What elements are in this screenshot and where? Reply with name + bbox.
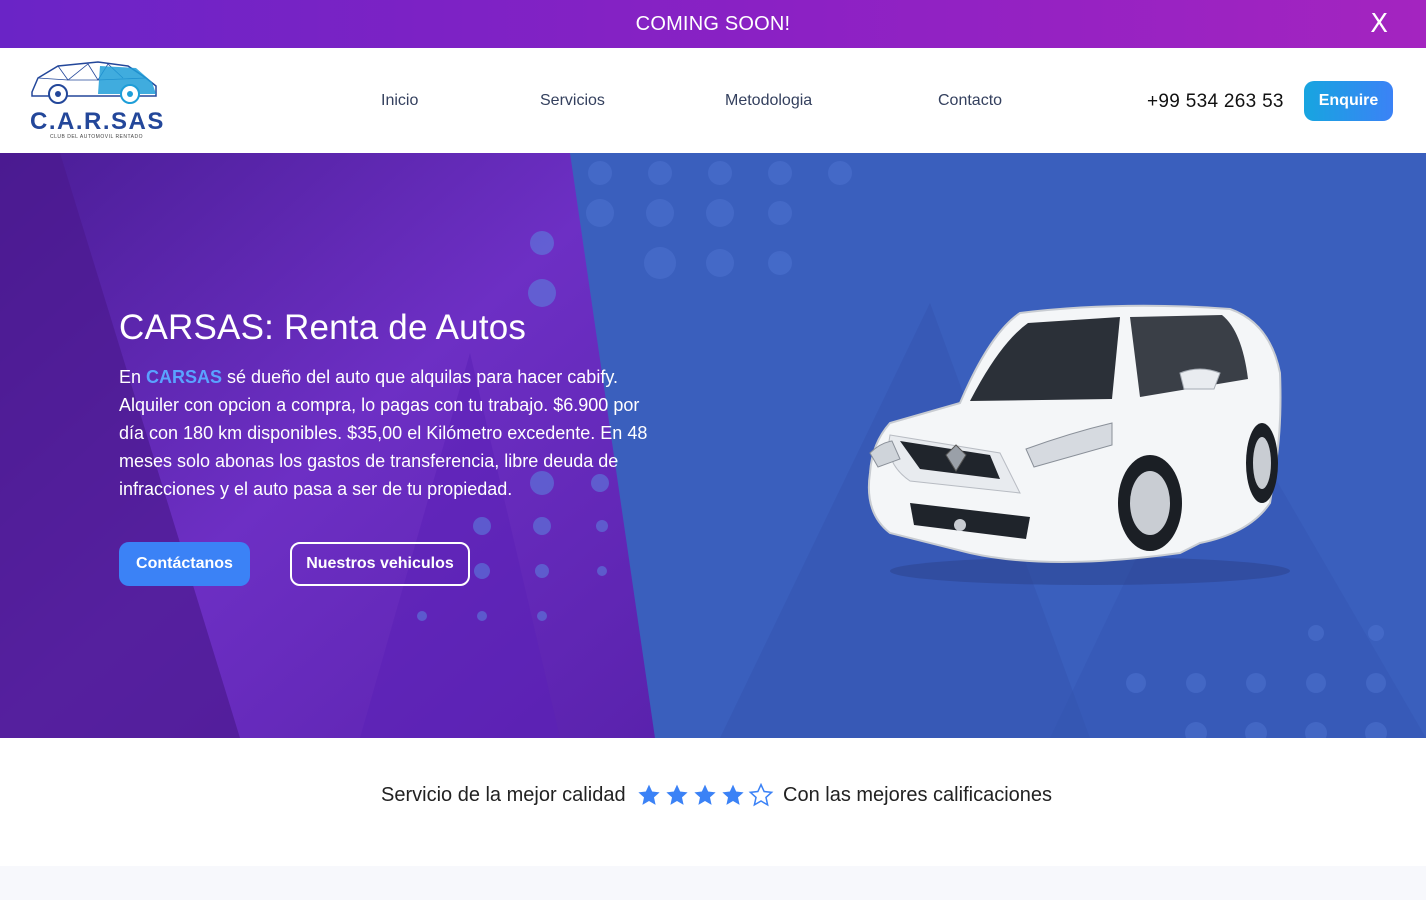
nav-item-contacto[interactable]: Contacto bbox=[938, 92, 1002, 110]
vehicles-button[interactable]: Nuestros vehiculos bbox=[290, 542, 470, 586]
car-logo-icon bbox=[31, 61, 157, 104]
hero-title: CARSAS: Renta de Autos bbox=[119, 308, 527, 347]
car-image bbox=[867, 304, 1290, 585]
next-section-strip bbox=[0, 866, 1426, 900]
nav-item-inicio[interactable]: Inicio bbox=[381, 92, 418, 110]
close-announcement-button[interactable]: X bbox=[1370, 9, 1388, 39]
site-header: C.A.R.SAS CLUB DEL AUTOMOVIL RENTADO Ini… bbox=[0, 48, 1426, 153]
contact-button[interactable]: Contáctanos bbox=[119, 542, 250, 586]
nav-item-metodologia[interactable]: Metodologia bbox=[725, 92, 812, 110]
logo[interactable]: C.A.R.SAS CLUB DEL AUTOMOVIL RENTADO bbox=[28, 58, 168, 146]
star-filled-icon bbox=[666, 784, 688, 805]
enquire-button[interactable]: Enquire bbox=[1304, 81, 1393, 121]
star-filled-icon bbox=[722, 784, 744, 805]
logo-brand: C.A.R.SAS bbox=[30, 108, 165, 135]
star-filled-icon bbox=[694, 784, 716, 805]
rating-strip: Servicio de la mejor calidad Con las mej… bbox=[0, 738, 1426, 866]
announcement-text: COMING SOON! bbox=[635, 12, 791, 35]
rating-left-text: Servicio de la mejor calidad bbox=[381, 784, 626, 806]
hero-description: En CARSAS sé dueño del auto que alquilas… bbox=[119, 363, 659, 503]
star-outline-icon bbox=[748, 783, 774, 807]
nav-item-servicios[interactable]: Servicios bbox=[540, 92, 605, 110]
logo-tagline: CLUB DEL AUTOMOVIL RENTADO bbox=[50, 134, 144, 140]
hero-desc-prefix: En bbox=[119, 367, 147, 387]
hero-desc-highlight: CARSAS bbox=[146, 367, 223, 387]
star-filled-icon bbox=[638, 784, 660, 805]
phone-number[interactable]: +99 534 263 53 bbox=[1147, 91, 1284, 113]
rating-stars bbox=[636, 783, 774, 809]
rating-right-text: Con las mejores calificaciones bbox=[783, 784, 1053, 806]
announcement-bar: COMING SOON! X bbox=[0, 0, 1426, 48]
hero-section: CARSAS: Renta de Autos En CARSAS sé dueñ… bbox=[0, 153, 1426, 738]
